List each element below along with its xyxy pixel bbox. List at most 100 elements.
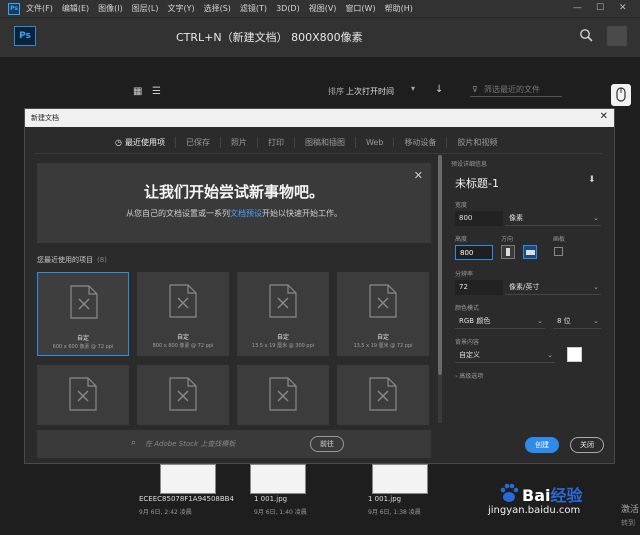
chevron-down-icon: ⌄ xyxy=(593,283,599,291)
new-document-dialog: 新建文档 ✕ ◷ 最近使用项 已保存 照片 打印 图稿和插图 Web 移动设备 胶… xyxy=(24,108,615,464)
tab-web[interactable]: Web xyxy=(356,137,395,147)
save-preset-icon[interactable]: ⬇ xyxy=(588,175,596,185)
document-presets-link[interactable]: 文档预设 xyxy=(230,209,262,218)
preset-card[interactable]: 自定 800 x 800 像素 @ 72 ppi xyxy=(137,272,229,356)
stock-search-input[interactable]: 在 Adobe Stock 上查找模板 xyxy=(145,439,235,449)
preset-card[interactable] xyxy=(137,365,229,425)
preset-card[interactable] xyxy=(337,365,429,425)
close-button[interactable]: 关闭 xyxy=(570,437,604,453)
document-icon xyxy=(269,377,297,411)
resolution-unit-select[interactable]: 像素/英寸 ⌄ xyxy=(505,280,601,295)
preset-meta: 13.5 x 19 厘米 @ 72 ppi xyxy=(353,343,413,349)
document-icon xyxy=(369,284,397,318)
file-name[interactable]: 1 001.jpg xyxy=(254,495,287,503)
account-button[interactable] xyxy=(607,26,627,46)
menu-window[interactable]: 窗口(W) xyxy=(345,3,375,14)
preset-card[interactable]: 自定 600 x 600 像素 @ 72 ppi xyxy=(37,272,129,356)
tab-art-illustration[interactable]: 图稿和插图 xyxy=(295,136,356,148)
preset-name: 自定 xyxy=(76,335,89,342)
chevron-down-icon: ⌄ xyxy=(547,351,553,359)
tab-photo[interactable]: 照片 xyxy=(221,136,258,148)
stock-search-icon: ⌕ xyxy=(131,438,137,448)
preset-name: 自定 xyxy=(276,334,289,341)
clock-icon: ◷ xyxy=(115,137,122,147)
list-view-icon[interactable]: ☰ xyxy=(152,86,161,97)
filter-placeholder: 筛选最近的文件 xyxy=(484,85,540,94)
file-thumbnail[interactable] xyxy=(160,464,216,494)
menu-3d[interactable]: 3D(D) xyxy=(276,4,300,13)
menu-file[interactable]: 文件(F) xyxy=(26,3,53,14)
background-select[interactable]: 自定义 ⌄ xyxy=(455,348,555,363)
width-unit-select[interactable]: 像素 ⌄ xyxy=(505,211,601,226)
tab-mobile[interactable]: 移动设备 xyxy=(394,136,448,148)
menu-view[interactable]: 视图(V) xyxy=(309,3,337,14)
preset-card[interactable]: 自定 13.5 x 19 厘米 @ 300 ppi xyxy=(237,272,329,356)
menu-edit[interactable]: 编辑(E) xyxy=(62,3,89,14)
window-close-button[interactable]: ✕ xyxy=(619,3,627,13)
preset-meta: 13.5 x 19 厘米 @ 300 ppi xyxy=(251,343,315,349)
bit-depth-select[interactable]: 8 位 ⌄ xyxy=(553,314,601,329)
file-thumbnail[interactable] xyxy=(250,464,306,494)
adobe-stock-search: ⌕ 在 Adobe Stock 上查找模板 前往 xyxy=(37,430,431,458)
grid-view-icon[interactable]: ▦ xyxy=(133,86,142,97)
document-icon xyxy=(369,377,397,411)
menu-select[interactable]: 选择(S) xyxy=(204,3,231,14)
ps-logo: Ps xyxy=(14,26,36,46)
dialog-close-icon[interactable]: ✕ xyxy=(600,111,608,122)
height-label: 高度 xyxy=(455,236,468,243)
background-label: 背景内容 xyxy=(455,339,480,346)
sort-direction-icon[interactable]: ↓ xyxy=(435,84,443,95)
filter-input[interactable]: ⊽ 筛选最近的文件 xyxy=(470,83,562,97)
file-name[interactable]: 1 001.jpg xyxy=(368,495,401,503)
file-meta: 9月 6日, 1:40 凌晨 xyxy=(254,509,307,516)
landscape-orientation-icon[interactable] xyxy=(523,245,537,259)
preset-tabs: ◷ 最近使用项 已保存 照片 打印 图稿和插图 Web 移动设备 胶片和视频 xyxy=(105,134,507,150)
width-input[interactable]: 800 xyxy=(455,211,503,226)
orientation-label: 方向 xyxy=(501,236,514,243)
menu-layer[interactable]: 图层(L) xyxy=(132,3,159,14)
welcome-close-icon[interactable]: ✕ xyxy=(414,169,423,182)
tab-film-video[interactable]: 胶片和视频 xyxy=(447,137,507,148)
color-mode-select[interactable]: RGB 颜色 ⌄ xyxy=(455,314,545,329)
search-icon[interactable] xyxy=(579,28,593,42)
menu-type[interactable]: 文字(Y) xyxy=(167,3,194,14)
document-name-field[interactable]: 未标题-1 xyxy=(455,175,499,191)
artboard-label: 画板 xyxy=(553,236,566,243)
menu-image[interactable]: 图像(I) xyxy=(98,3,123,14)
file-thumbnail[interactable] xyxy=(372,464,428,494)
filter-icon: ⊽ xyxy=(472,85,478,94)
resolution-label: 分辨率 xyxy=(455,271,474,278)
minimize-button[interactable]: — xyxy=(573,3,582,13)
mouse-icon xyxy=(611,84,631,106)
document-icon xyxy=(269,284,297,318)
preset-name: 自定 xyxy=(376,334,389,341)
create-button[interactable]: 创建 xyxy=(525,437,559,453)
home-header: Ps CTRL+N（新建文档） 800X800像素 xyxy=(0,17,640,57)
restore-button[interactable]: ☐ xyxy=(596,3,604,13)
menu-help[interactable]: 帮助(H) xyxy=(385,3,413,14)
advanced-options-toggle[interactable]: › 高级选项 xyxy=(455,371,483,380)
sort-dropdown-icon[interactable]: ▾ xyxy=(411,84,415,93)
chevron-down-icon: ⌄ xyxy=(537,317,543,325)
portrait-orientation-icon[interactable] xyxy=(501,245,515,259)
artboard-checkbox[interactable] xyxy=(554,247,563,256)
menu-filter[interactable]: 滤镜(T) xyxy=(240,3,267,14)
tab-saved[interactable]: 已保存 xyxy=(176,136,221,148)
tab-print[interactable]: 打印 xyxy=(258,136,295,148)
tab-recent[interactable]: ◷ 最近使用项 xyxy=(105,136,176,148)
resolution-input[interactable]: 72 xyxy=(455,280,503,295)
color-mode-label: 颜色模式 xyxy=(455,305,480,312)
background-color-swatch[interactable] xyxy=(567,347,582,362)
preset-card[interactable] xyxy=(237,365,329,425)
dialog-titlebar: 新建文档 ✕ xyxy=(25,109,614,127)
file-name[interactable]: ECEEC85078F1A94508BB4 xyxy=(139,495,234,503)
preset-card[interactable]: 自定 13.5 x 19 厘米 @ 72 ppi xyxy=(337,272,429,356)
chevron-down-icon: ⌄ xyxy=(593,317,599,325)
welcome-subtext: 从您自己的文档设置或一系列文档预设开始以快速开始工作。 xyxy=(126,209,342,218)
height-input[interactable]: 800 xyxy=(455,245,493,260)
sort-value[interactable]: 上次打开时间 xyxy=(346,86,394,97)
preset-card[interactable] xyxy=(37,365,129,425)
stock-go-button[interactable]: 前往 xyxy=(310,436,344,452)
presets-scroll-thumb[interactable] xyxy=(438,155,442,375)
preset-details-heading: 预设详细信息 xyxy=(451,161,488,168)
